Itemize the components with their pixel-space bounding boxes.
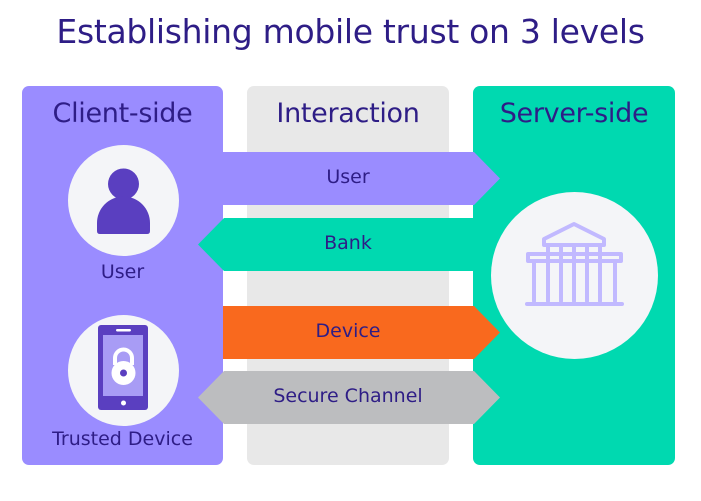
trusted-device-icon-circle bbox=[68, 315, 179, 426]
user-icon bbox=[97, 168, 150, 234]
device-arrow-label: Device bbox=[315, 320, 381, 342]
locked-phone-icon bbox=[98, 325, 148, 410]
secure-channel-arrow-label: Secure Channel bbox=[273, 385, 423, 407]
trusted-device-label: Trusted Device bbox=[52, 428, 193, 450]
user-label: User bbox=[100, 261, 145, 283]
bank-icon bbox=[525, 222, 624, 306]
bank-arrow-label: Bank bbox=[324, 232, 372, 254]
user-icon-circle bbox=[68, 145, 179, 256]
bank-icon-circle bbox=[491, 192, 658, 359]
user-arrow-label: User bbox=[326, 166, 370, 188]
